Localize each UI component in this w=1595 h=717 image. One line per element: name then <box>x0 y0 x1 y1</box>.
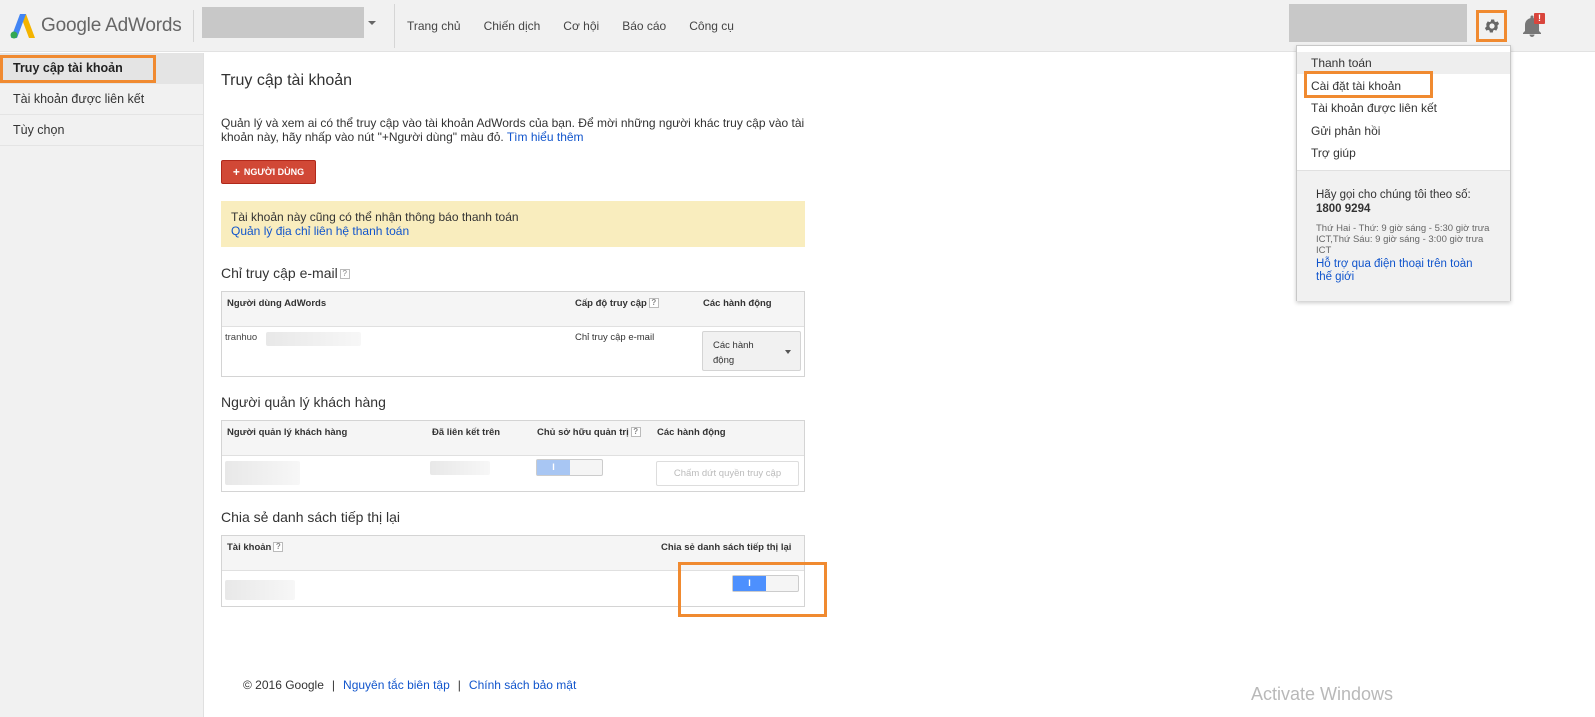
divider <box>394 4 395 48</box>
sidebar-item-preferences[interactable]: Tùy chọn <box>0 115 203 146</box>
col-access-level-label: Cấp độ truy cập <box>575 298 647 309</box>
adwords-logo[interactable]: Google AdWords <box>10 12 182 40</box>
logo-text: Google AdWords <box>41 15 182 36</box>
terminate-access-button[interactable]: Chấm dứt quyền truy cập <box>656 461 799 486</box>
col-share-remarketing: Chia sẻ danh sách tiếp thị lại <box>661 542 792 553</box>
phone-number: 1800 9294 <box>1316 203 1371 215</box>
add-user-button[interactable]: + NGƯỜI DÙNG <box>221 160 316 184</box>
remarketing-title: Chia sẻ danh sách tiếp thị lại <box>221 509 400 525</box>
nav-opportunities[interactable]: Cơ hội <box>563 19 599 33</box>
toggle-knob: I <box>537 460 570 475</box>
redacted-manager <box>225 461 300 485</box>
redacted-date <box>430 461 490 475</box>
top-navigation: Trang chủ Chiến dịch Cơ hội Báo cáo Công… <box>407 19 757 33</box>
sidebar-item-linked-accounts[interactable]: Tài khoản được liên kết <box>0 84 203 115</box>
user-email: tranhuo <box>225 332 258 343</box>
col-actions: Các hành động <box>703 298 772 309</box>
support-hours: Thứ Hai - Thứ: 9 giờ sáng - 5:30 giờ trư… <box>1316 223 1490 256</box>
col-account-label: Tài khoản <box>227 542 272 553</box>
nav-home[interactable]: Trang chủ <box>407 19 461 33</box>
menu-item-send-feedback[interactable]: Gửi phản hồi <box>1297 120 1510 142</box>
col-admin-owner: Chủ sở hữu quản trị? <box>537 427 641 438</box>
col-admin-owner-label: Chủ sở hữu quản trị <box>537 427 629 438</box>
table-header: Người dùng AdWords Cấp độ truy cập? Các … <box>222 292 804 327</box>
learn-more-link[interactable]: Tìm hiểu thêm <box>507 130 584 144</box>
redacted-account <box>225 580 295 600</box>
phone-support-panel: Hãy gọi cho chúng tôi theo số: 1800 9294… <box>1297 170 1510 301</box>
privacy-policy-link[interactable]: Chính sách bảo mật <box>469 678 576 692</box>
col-adwords-user: Người dùng AdWords <box>227 298 327 309</box>
gear-icon <box>1484 19 1499 33</box>
highlight-box <box>678 562 827 617</box>
help-icon[interactable]: ? <box>648 298 659 309</box>
plus-icon: + <box>232 165 240 179</box>
actions-label-1: Các hành <box>713 340 754 351</box>
menu-item-linked-accounts[interactable]: Tài khoản được liên kết <box>1297 97 1510 119</box>
redacted-email <box>266 332 361 346</box>
copyright: © 2016 Google <box>243 678 324 692</box>
customer-id-box[interactable] <box>1289 4 1467 42</box>
col-client-manager: Người quản lý khách hàng <box>227 427 348 438</box>
account-selector[interactable] <box>202 7 364 38</box>
add-user-label: NGƯỜI DÙNG <box>243 167 305 177</box>
activate-windows-watermark: Activate Windows <box>1251 684 1394 704</box>
sidebar: Truy cập tài khoản Tài khoản được liên k… <box>0 53 204 717</box>
highlight-box <box>1304 71 1433 98</box>
footer-separator: | <box>457 678 461 692</box>
intro-line-2: khoản này, hãy nhấp vào nút "+Người dùng… <box>221 130 507 144</box>
actions-dropdown[interactable]: Các hành động <box>702 331 801 371</box>
admin-owner-toggle[interactable]: I <box>536 459 603 476</box>
billing-notice: Tài khoản này cũng có thể nhận thông báo… <box>221 201 805 247</box>
table-header: Người quản lý khách hàng Đã liên kết trê… <box>222 421 804 456</box>
chevron-down-icon[interactable] <box>368 21 376 25</box>
intro-text: Quản lý và xem ai có thể truy cập vào tà… <box>221 116 811 144</box>
nav-campaigns[interactable]: Chiến dịch <box>484 19 541 33</box>
chevron-down-icon <box>785 350 791 354</box>
editorial-policy-link[interactable]: Nguyên tắc biên tập <box>343 678 450 692</box>
col-actions: Các hành động <box>657 427 726 438</box>
highlight-box <box>0 55 156 83</box>
footer-separator: | <box>331 678 336 692</box>
client-managers-title: Người quản lý khách hàng <box>221 394 386 410</box>
divider <box>193 10 194 42</box>
nav-tools[interactable]: Công cụ <box>689 19 734 33</box>
call-us-text: Hãy gọi cho chúng tôi theo số: <box>1316 189 1471 201</box>
actions-label-2: động <box>713 355 735 366</box>
worldwide-support-link[interactable]: Hỗ trợ qua điện thoại trên toàn thế giới <box>1316 258 1490 284</box>
footer: © 2016 Google | Nguyên tắc biên tập | Chính … <box>243 678 576 692</box>
email-access-title-text: Chỉ truy cập e-mail <box>221 265 338 281</box>
col-access-level: Cấp độ truy cập? <box>575 298 659 309</box>
page-title: Truy cập tài khoản <box>221 72 353 89</box>
intro-line-1: Quản lý và xem ai có thể truy cập vào tà… <box>221 116 805 130</box>
menu-item-help[interactable]: Trợ giúp <box>1297 142 1510 164</box>
notice-text: Tài khoản này cũng có thể nhận thông báo… <box>231 210 519 224</box>
nav-reports[interactable]: Báo cáo <box>622 19 666 33</box>
notification-badge: ! <box>1534 13 1545 24</box>
help-icon[interactable]: ? <box>630 427 641 438</box>
email-access-table: Người dùng AdWords Cấp độ truy cập? Các … <box>221 291 805 377</box>
settings-button[interactable] <box>1476 10 1507 42</box>
client-managers-table: Người quản lý khách hàng Đã liên kết trê… <box>221 420 805 492</box>
help-icon[interactable]: ? <box>339 269 350 280</box>
col-linked-on: Đã liên kết trên <box>432 427 501 438</box>
email-access-title: Chỉ truy cập e-mail? <box>221 265 350 281</box>
col-account: Tài khoản? <box>227 542 284 553</box>
access-level: Chỉ truy cập e-mail <box>575 332 655 343</box>
billing-contacts-link[interactable]: Quản lý địa chỉ liên hệ thanh toán <box>231 224 795 238</box>
help-icon[interactable]: ? <box>273 542 284 553</box>
adwords-logo-icon <box>10 14 35 39</box>
